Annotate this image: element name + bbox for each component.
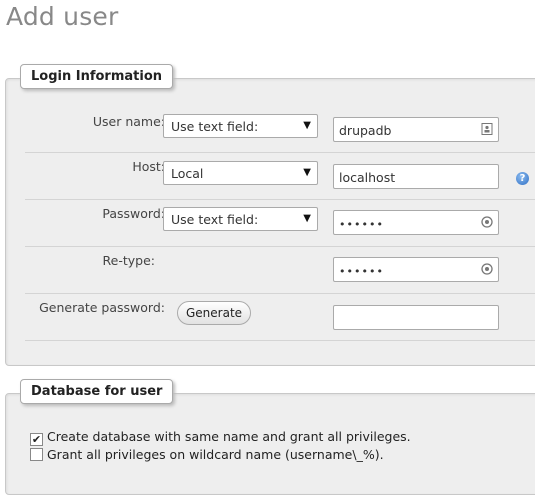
login-information-legend: Login Information [20, 64, 174, 89]
host-input[interactable]: localhost [333, 164, 499, 189]
contact-card-icon [481, 123, 493, 135]
retype-row: Re-type: •••••• [25, 246, 535, 294]
create-database-checkbox[interactable]: ✔ [30, 433, 43, 446]
username-input[interactable]: drupadb [333, 117, 499, 142]
help-icon[interactable]: ? [516, 172, 529, 185]
password-label: Password: [102, 206, 165, 221]
chevron-down-icon: ▼ [303, 120, 311, 131]
username-type-select[interactable]: Use text field: ▼ [163, 114, 318, 138]
password-input[interactable]: •••••• [333, 210, 499, 235]
password-reveal-icon [481, 216, 493, 228]
page-title: Add user [6, 2, 119, 31]
host-label: Host: [132, 159, 165, 174]
create-database-option[interactable]: ✔ Create database with same name and gran… [30, 429, 411, 446]
password-row: Password: Use text field: ▼ •••••• [25, 199, 535, 247]
generate-password-label: Generate password: [39, 300, 165, 315]
grant-wildcard-checkbox[interactable] [30, 448, 43, 461]
generate-password-row: Generate password: Generate [25, 293, 535, 341]
database-legend: Database for user [20, 379, 174, 404]
chevron-down-icon: ▼ [303, 167, 311, 178]
retype-password-input[interactable]: •••••• [333, 257, 499, 282]
retype-label: Re-type: [102, 253, 155, 268]
password-type-select[interactable]: Use text field: ▼ [163, 207, 318, 231]
generated-password-input[interactable] [333, 305, 499, 330]
host-type-select[interactable]: Local ▼ [163, 161, 318, 185]
generate-button[interactable]: Generate [177, 301, 252, 325]
password-reveal-icon [481, 263, 493, 275]
chevron-down-icon: ▼ [303, 213, 311, 224]
grant-wildcard-option[interactable]: Grant all privileges on wildcard name (u… [30, 447, 384, 462]
username-label: User name: [92, 114, 165, 129]
username-row: User name: Use text field: ▼ drupadb [25, 105, 535, 153]
host-row: Host: Local ▼ localhost [25, 152, 535, 200]
